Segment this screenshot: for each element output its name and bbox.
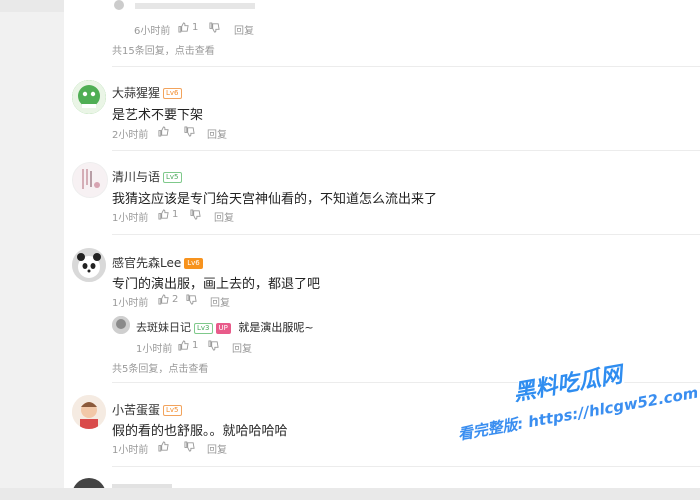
reply-button[interactable]: 回复 [232, 340, 252, 355]
thumb-up-icon [178, 340, 189, 351]
dislike-button[interactable] [186, 294, 197, 305]
author-name: 去斑妹日记 [136, 321, 191, 334]
divider [112, 466, 700, 467]
author-name: 清川与语 [112, 170, 161, 184]
dislike-button[interactable] [184, 441, 195, 452]
comment-author[interactable]: 小苦蛋蛋 Lv5 [112, 401, 182, 418]
thumb-up-icon [158, 209, 169, 220]
thumb-down-icon [186, 294, 197, 305]
like-button[interactable]: 2 [158, 294, 178, 305]
thumb-down-icon [184, 441, 195, 452]
reply-like-button[interactable]: 1 [178, 340, 198, 351]
dislike-button[interactable] [184, 126, 195, 137]
reply-dislike-button[interactable] [208, 340, 219, 351]
level-badge: Lv6 [163, 88, 182, 99]
author-name: 小苦蛋蛋 [112, 403, 161, 417]
view-replies-link[interactable]: 共15条回复，点击查看 [112, 42, 215, 57]
reply-author[interactable]: 去斑妹日记 Lv3 UP 就是演出服呢~ [136, 319, 314, 335]
comment-text: 是艺术不要下架 [112, 108, 204, 123]
view-replies-link[interactable]: 共5条回复，点击查看 [112, 360, 208, 375]
reply-button[interactable]: 回复 [207, 441, 227, 456]
thumb-down-icon [209, 22, 220, 33]
comment-author[interactable]: 感官先森Lee Lv6 [112, 254, 203, 271]
reply-avatar[interactable] [112, 316, 130, 334]
like-count: 1 [172, 209, 179, 220]
like-button[interactable] [158, 126, 172, 137]
reply-button[interactable]: 回复 [207, 126, 227, 141]
author-name: 感官先森Lee [112, 256, 182, 270]
cropped-reply-row [114, 0, 314, 10]
reply-button[interactable]: 回复 [234, 22, 254, 37]
reply-dislike-button[interactable] [209, 22, 220, 33]
avatar[interactable] [72, 162, 108, 198]
comment-text: 我猜这应该是专门给天宫神仙看的，不知道怎么流出来了 [112, 192, 438, 207]
divider [112, 234, 700, 235]
comment-author[interactable]: 大蒜猩猩 Lv6 [112, 84, 182, 101]
level-badge: Lv5 [163, 172, 182, 183]
comment-time: 1小时前 [112, 213, 149, 224]
dislike-button[interactable] [190, 209, 201, 220]
level-badge: Lv3 [194, 322, 213, 334]
reply-button[interactable]: 回复 [210, 294, 230, 309]
avatar[interactable] [72, 248, 106, 282]
reply-button[interactable]: 回复 [214, 209, 234, 224]
avatar[interactable] [72, 80, 106, 114]
thumb-up-icon [178, 22, 189, 33]
comment-time: 1小时前 [112, 298, 149, 309]
level-badge: Lv5 [163, 405, 182, 416]
avatar[interactable] [72, 395, 106, 429]
thumb-up-icon [158, 441, 169, 452]
reply-time: 6小时前 [134, 26, 171, 37]
comment-time: 1小时前 [112, 445, 149, 456]
reply-text: 就是演出服呢~ [238, 321, 314, 334]
like-count: 2 [172, 294, 179, 305]
up-badge: UP [215, 322, 231, 334]
reply-time: 1小时前 [136, 344, 173, 355]
thumb-down-icon [184, 126, 195, 137]
like-count: 1 [192, 340, 199, 351]
comment-text: 假的看的也舒服。。就哈哈哈哈 [112, 424, 288, 439]
divider [112, 150, 700, 151]
divider [112, 66, 700, 67]
comment-author[interactable]: 清川与语 Lv5 [112, 168, 182, 185]
author-name: 大蒜猩猩 [112, 86, 161, 100]
level-badge: Lv6 [184, 258, 203, 269]
like-button[interactable] [158, 441, 172, 452]
thumb-up-icon [158, 126, 169, 137]
thumb-down-icon [190, 209, 201, 220]
like-button[interactable]: 1 [158, 209, 178, 220]
thumb-up-icon [158, 294, 169, 305]
bottom-shadow-band [0, 488, 700, 500]
comment-text: 专门的演出服，画上去的，都退了吧 [112, 277, 321, 292]
thumb-down-icon [208, 340, 219, 351]
reply-like-button[interactable]: 1 [178, 22, 198, 33]
like-count: 1 [192, 22, 199, 33]
comment-time: 2小时前 [112, 130, 149, 141]
